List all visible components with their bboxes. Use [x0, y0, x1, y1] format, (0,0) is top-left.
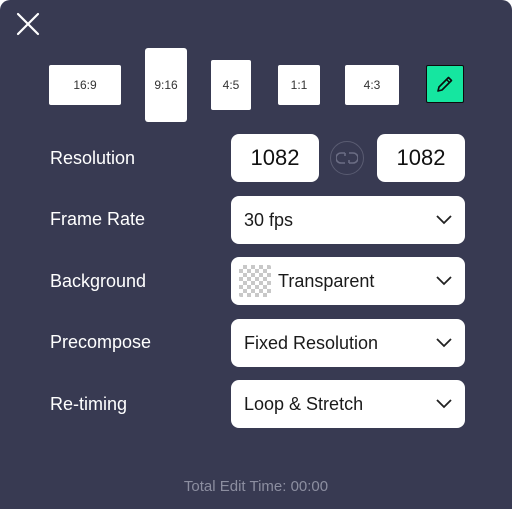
chevron-down-icon: [436, 399, 452, 409]
aspect-lock-toggle[interactable]: [330, 141, 364, 175]
total-edit-time: Total Edit Time: 00:00: [183, 478, 329, 495]
ratio-4-5-button[interactable]: 4:5: [211, 60, 251, 110]
ratio-4-3-button[interactable]: 4:3: [345, 65, 399, 105]
resolution-height-input[interactable]: 1082: [377, 134, 465, 182]
precompose-label: Precompose: [50, 332, 152, 352]
frame-rate-label: Frame Rate: [50, 209, 146, 229]
link-icon: [336, 152, 358, 164]
background-select[interactable]: Transparent: [231, 257, 465, 305]
custom-ratio-button[interactable]: [426, 65, 464, 103]
chevron-down-icon: [436, 215, 452, 225]
ratio-1-1-button[interactable]: 1:1: [278, 65, 320, 105]
precompose-value: Fixed Resolution: [244, 332, 379, 353]
background-value: Transparent: [278, 270, 375, 291]
transparent-checker-icon: [239, 265, 271, 297]
frame-rate-select[interactable]: 30 fps: [231, 196, 465, 244]
retiming-label: Re-timing: [50, 394, 128, 414]
retiming-value: Loop & Stretch: [244, 393, 364, 414]
settings-panel: 16:9 9:16 4:5 1:1 4:3 Resolution 1082 10…: [0, 0, 512, 509]
ratio-9-16-button[interactable]: 9:16: [146, 49, 186, 121]
precompose-select[interactable]: Fixed Resolution: [231, 319, 465, 367]
ratio-16-9-button[interactable]: 16:9: [49, 65, 121, 105]
frame-rate-value: 30 fps: [244, 209, 294, 230]
resolution-width-input[interactable]: 1082: [231, 134, 319, 182]
resolution-label: Resolution: [50, 148, 136, 168]
retiming-select[interactable]: Loop & Stretch: [231, 380, 465, 428]
chevron-down-icon: [436, 338, 452, 348]
chevron-down-icon: [436, 276, 452, 286]
pencil-icon: [437, 76, 453, 92]
background-label: Background: [50, 271, 147, 291]
close-icon[interactable]: [14, 10, 42, 38]
